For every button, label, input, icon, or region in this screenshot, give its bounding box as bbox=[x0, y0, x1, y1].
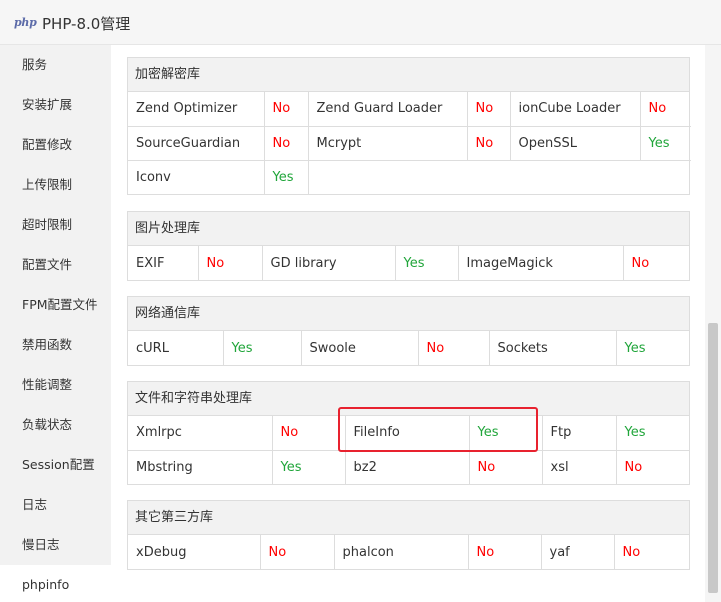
table-row: SourceGuardian No Mcrypt No OpenSSL Yes bbox=[128, 126, 691, 161]
extension-name: Zend Optimizer bbox=[128, 92, 265, 127]
sidebar-item-timeout-limit[interactable]: 超时限制 bbox=[0, 205, 111, 245]
extension-status: No bbox=[260, 535, 335, 569]
sidebar-item-session-config[interactable]: Session配置 bbox=[0, 445, 111, 485]
extension-status: Yes bbox=[640, 126, 691, 161]
section-network-libs: 网络通信库 cURL Yes Swoole No Sockets Yes bbox=[127, 296, 690, 366]
extension-name: Mbstring bbox=[128, 450, 273, 484]
extension-status: Yes bbox=[264, 160, 309, 194]
extension-name: phalcon bbox=[334, 535, 469, 569]
extension-name: Xmlrpc bbox=[128, 416, 273, 451]
extension-table: Zend Optimizer No Zend Guard Loader No i… bbox=[128, 92, 691, 194]
extension-name: Ftp bbox=[542, 416, 617, 451]
section-encryption-libs: 加密解密库 Zend Optimizer No Zend Guard Loade… bbox=[127, 57, 691, 195]
extension-status: Yes bbox=[223, 331, 302, 365]
extension-status: No bbox=[467, 126, 511, 161]
sidebar-item-config-edit[interactable]: 配置修改 bbox=[0, 125, 111, 165]
sidebar-item-fpm-config-file[interactable]: FPM配置文件 bbox=[0, 285, 111, 325]
sidebar-item-disabled-functions[interactable]: 禁用函数 bbox=[0, 325, 111, 365]
extension-name: bz2 bbox=[345, 450, 470, 484]
extension-name: GD library bbox=[262, 246, 396, 280]
extension-name: Iconv bbox=[128, 160, 265, 194]
extension-name: Mcrypt bbox=[308, 126, 468, 161]
extension-name: EXIF bbox=[128, 246, 199, 280]
sidebar-item-phpinfo[interactable]: phpinfo bbox=[0, 565, 111, 602]
extension-status: Yes bbox=[272, 450, 346, 484]
table-row: Iconv Yes bbox=[128, 160, 691, 194]
extension-table: xDebug No phalcon No yaf No bbox=[128, 535, 689, 569]
extension-name: cURL bbox=[128, 331, 224, 365]
sidebar-item-slow-log[interactable]: 慢日志 bbox=[0, 525, 111, 565]
extension-status: No bbox=[418, 331, 490, 365]
extension-status: Yes bbox=[395, 246, 459, 280]
extension-name: SourceGuardian bbox=[128, 126, 265, 161]
table-row: cURL Yes Swoole No Sockets Yes bbox=[128, 331, 689, 365]
sidebar-item-upload-limit[interactable]: 上传限制 bbox=[0, 165, 111, 205]
extension-status: No bbox=[631, 255, 650, 271]
extension-status: No bbox=[264, 92, 309, 127]
section-title: 其它第三方库 bbox=[128, 501, 689, 535]
extension-status: No bbox=[198, 246, 263, 280]
section-third-party-libs: 其它第三方库 xDebug No phalcon No yaf No bbox=[127, 500, 690, 570]
title-bar: php PHP-8.0管理 bbox=[0, 0, 721, 45]
extension-table: cURL Yes Swoole No Sockets Yes bbox=[128, 331, 689, 365]
extension-status: No bbox=[469, 450, 543, 484]
table-row: Mbstring Yes bz2 No xsl No bbox=[128, 450, 689, 484]
table-row: EXIF No GD library Yes ImageMagick No bbox=[128, 246, 689, 280]
table-row: Zend Optimizer No Zend Guard Loader No i… bbox=[128, 92, 691, 127]
extension-table: EXIF No GD library Yes ImageMagick No bbox=[128, 246, 689, 280]
extension-status: No bbox=[272, 416, 346, 451]
section-title: 加密解密库 bbox=[128, 58, 689, 92]
extension-name: Sockets bbox=[489, 331, 617, 365]
extension-status: No bbox=[467, 92, 511, 127]
extension-name: Zend Guard Loader bbox=[308, 92, 468, 127]
extension-name: xsl bbox=[542, 450, 617, 484]
extension-name: ionCube Loader bbox=[510, 92, 641, 127]
extension-status: Yes bbox=[624, 340, 646, 356]
extension-name: xDebug bbox=[128, 535, 261, 569]
extension-name: ImageMagick bbox=[458, 246, 624, 280]
sidebar-item-log[interactable]: 日志 bbox=[0, 485, 111, 525]
sidebar-item-load-status[interactable]: 负载状态 bbox=[0, 405, 111, 445]
scrollbar-thumb[interactable] bbox=[708, 323, 718, 593]
extension-status: No bbox=[624, 459, 643, 475]
sidebar-item-service[interactable]: 服务 bbox=[0, 45, 111, 85]
sidebar-item-install-extension[interactable]: 安装扩展 bbox=[0, 85, 111, 125]
php-logo-icon: php bbox=[14, 16, 37, 29]
extension-status: Yes bbox=[616, 416, 689, 451]
extension-status: No bbox=[622, 544, 641, 560]
extension-status: No bbox=[264, 126, 309, 161]
window-title: PHP-8.0管理 bbox=[42, 15, 131, 33]
scrollbar[interactable] bbox=[705, 45, 721, 602]
table-row: xDebug No phalcon No yaf No bbox=[128, 535, 689, 569]
extension-status: No bbox=[468, 535, 542, 569]
sidebar-item-performance-tuning[interactable]: 性能调整 bbox=[0, 365, 111, 405]
section-image-libs: 图片处理库 EXIF No GD library Yes ImageMagick… bbox=[127, 211, 690, 281]
section-title: 网络通信库 bbox=[128, 297, 689, 331]
sidebar-item-config-file[interactable]: 配置文件 bbox=[0, 245, 111, 285]
extension-status: No bbox=[640, 92, 691, 127]
extension-name: yaf bbox=[541, 535, 615, 569]
fileinfo-highlight-box bbox=[338, 407, 538, 452]
sidebar: 服务 安装扩展 配置修改 上传限制 超时限制 配置文件 FPM配置文件 禁用函数… bbox=[0, 45, 111, 602]
section-title: 图片处理库 bbox=[128, 212, 689, 246]
extension-name: OpenSSL bbox=[510, 126, 641, 161]
empty-cell bbox=[308, 160, 691, 194]
extension-name: Swoole bbox=[301, 331, 419, 365]
